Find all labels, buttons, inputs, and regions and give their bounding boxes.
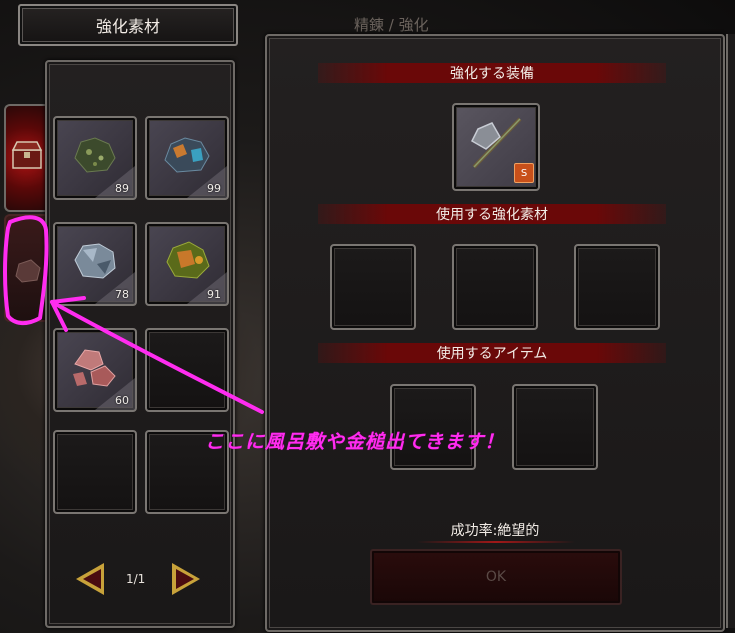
chest-icon [11, 141, 43, 169]
tab-refine-enhance[interactable]: 精錬 / 強化 [354, 14, 429, 35]
annotation-note: ここに風呂敷や金槌出てきます！ [205, 431, 505, 453]
material-input-slot-2[interactable] [452, 244, 538, 330]
equip-slot[interactable]: S [452, 103, 540, 191]
ok-button[interactable]: OK [370, 549, 622, 605]
material-input-slot-1[interactable] [330, 244, 416, 330]
success-rate: 成功率:絶望的 [450, 523, 540, 539]
right-panel-edge [726, 34, 735, 628]
item-section-header: 使用するアイテム [318, 343, 666, 363]
material-qty: 89 [115, 182, 129, 195]
item-input-slot-2[interactable] [512, 384, 598, 470]
ok-button-label: OK [485, 569, 507, 585]
material-slot-3[interactable]: 78 [53, 222, 137, 306]
tab-refine-enhance-label: 精錬 / 強化 [354, 16, 429, 34]
tab-materials[interactable]: 強化素材 [18, 4, 238, 46]
material-slot-4[interactable]: 91 [145, 222, 229, 306]
side-tab-chest[interactable] [4, 104, 46, 212]
side-tab-stone[interactable] [4, 214, 46, 322]
rarity-badge: S [514, 163, 534, 183]
material-input-slot-3[interactable] [574, 244, 660, 330]
material-qty: 91 [207, 288, 221, 301]
material-slot-2[interactable]: 99 [145, 116, 229, 200]
material-section-header: 使用する強化素材 [318, 204, 666, 224]
material-qty: 78 [115, 288, 129, 301]
equip-section-header: 強化する装備 [318, 63, 666, 83]
material-slot-1[interactable]: 89 [53, 116, 137, 200]
material-slot-7[interactable] [53, 430, 137, 514]
material-slot-5[interactable]: 60 [53, 328, 137, 412]
prev-arrow-icon [83, 569, 101, 589]
material-slot-6[interactable] [145, 328, 229, 412]
page-indicator: 1/1 [126, 572, 146, 586]
equip-section-title: 強化する装備 [450, 66, 534, 82]
stone-icon [15, 259, 41, 283]
material-qty: 99 [207, 182, 221, 195]
tab-materials-label: 強化素材 [95, 17, 160, 36]
material-qty: 60 [115, 394, 129, 407]
success-underline [417, 541, 575, 543]
next-arrow-icon [176, 569, 194, 589]
item-section-title: 使用するアイテム [436, 346, 548, 362]
material-section-title: 使用する強化素材 [436, 207, 548, 223]
